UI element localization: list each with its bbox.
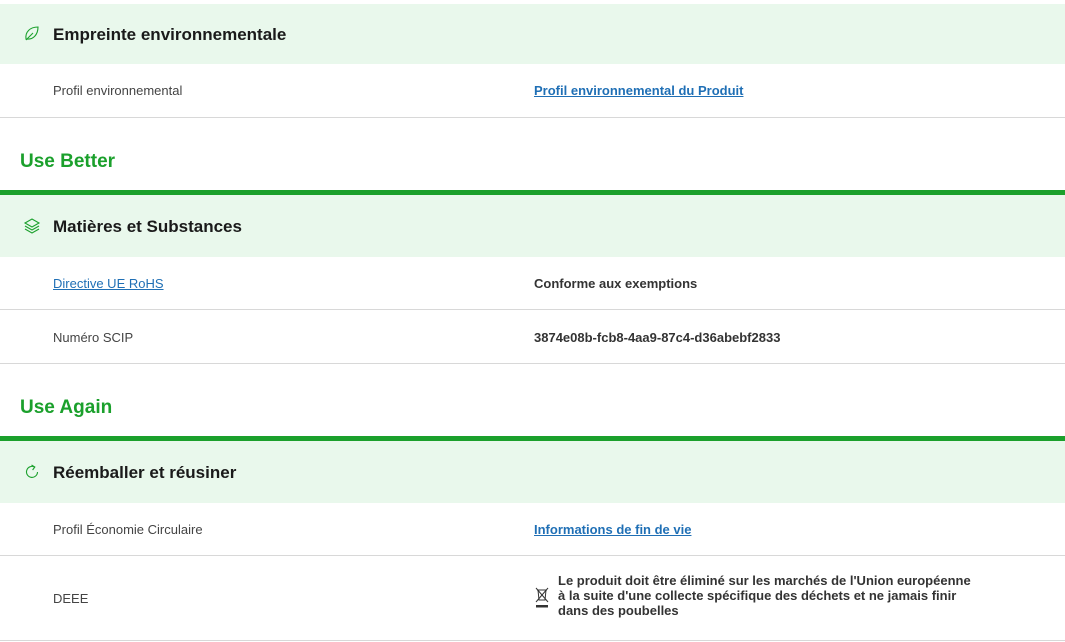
section-header-materials: Matières et Substances [0,195,1065,257]
crossed-bin-icon [535,587,549,608]
weee-disposal-text: Le produit doit être éliminé sur les mar… [558,573,971,618]
section-title: Matières et Substances [53,217,242,236]
table-row: Profil Économie Circulaire Informations … [0,503,1065,556]
refresh-icon [25,464,39,478]
rohs-status: Conforme aux exemptions [534,276,698,291]
section-header-environment: Empreinte environnementale [0,4,1065,64]
group-title-use-again: Use Again [20,397,113,418]
environmental-profile-link[interactable]: Profil environnemental du Produit [534,83,743,98]
end-of-life-info-link[interactable]: Informations de fin de vie [534,522,691,537]
section-title: Empreinte environnementale [53,25,287,44]
section-title: Réemballer et réusiner [53,463,237,482]
layers-icon [23,218,41,234]
row-label: Profil Économie Circulaire [53,522,203,537]
table-row: Profil environnemental Profil environnem… [0,64,1065,118]
group-title-use-better: Use Better [20,151,116,172]
row-label: DEEE [53,591,89,606]
table-row: Directive UE RoHS Conforme aux exemption… [0,257,1065,310]
row-label: Profil environnemental [53,83,183,98]
leaf-icon [25,26,39,41]
scip-number: 3874e08b-fcb8-4aa9-87c4-d36abebf2833 [534,330,781,345]
row-label: Numéro SCIP [53,330,134,345]
table-row: Numéro SCIP 3874e08b-fcb8-4aa9-87c4-d36a… [0,310,1065,364]
weee-disposal-info: Le produit doit être éliminé sur les mar… [534,573,978,618]
rohs-directive-link[interactable]: Directive UE RoHS [53,276,164,291]
section-header-repackage: Réemballer et réusiner [0,441,1065,503]
